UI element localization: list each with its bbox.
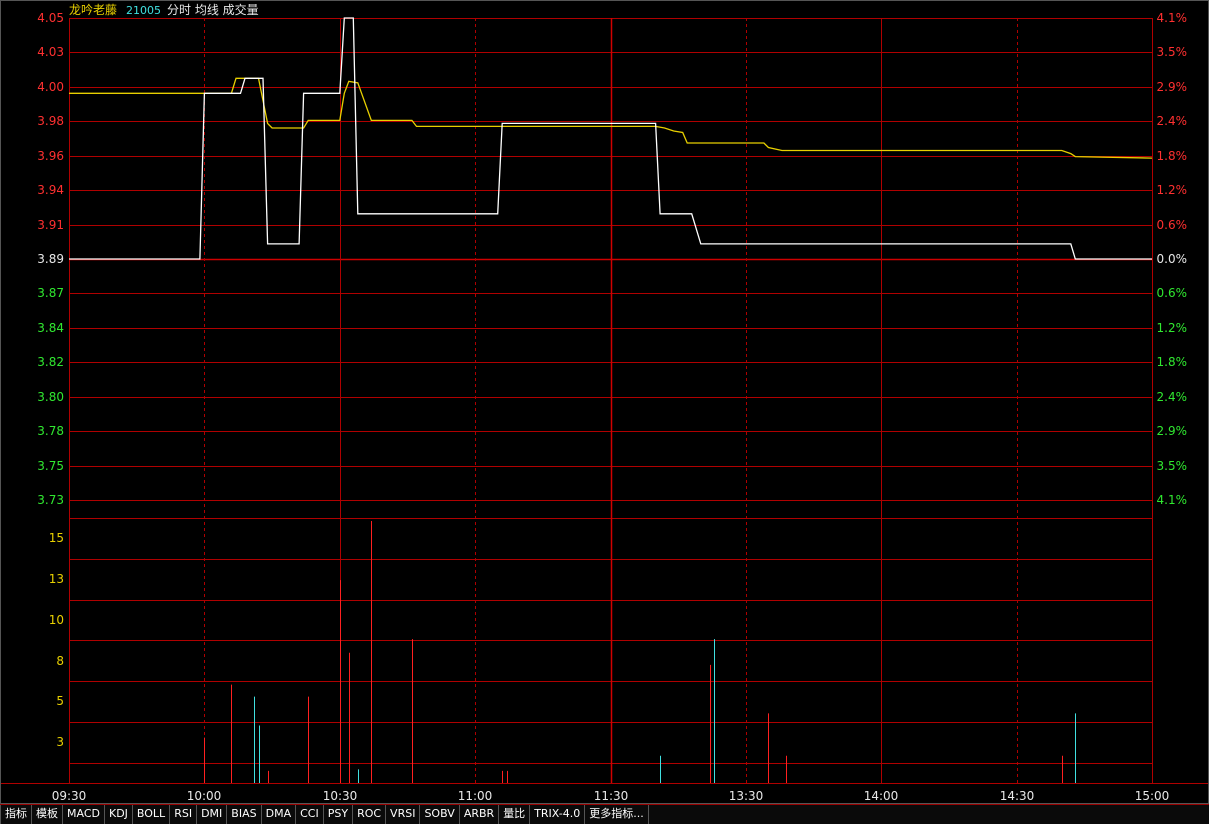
volume-tick-label: 13	[49, 572, 64, 586]
volume-tick-label: 15	[49, 531, 64, 545]
price-tick-label: 3.94	[37, 183, 64, 197]
price-line	[69, 17, 1152, 260]
indicator-tab[interactable]: 模板	[32, 805, 63, 824]
pct-tick-label: 1.8%	[1157, 149, 1188, 163]
price-tick-label: 3.73	[37, 493, 64, 507]
price-tick-label: 3.80	[37, 390, 64, 404]
indicator-tab[interactable]: 量比	[499, 805, 531, 824]
price-tick-label: 3.75	[37, 459, 64, 473]
time-tick-label: 11:30	[594, 789, 629, 803]
indicator-tab[interactable]: MACD	[63, 805, 105, 824]
price-lines	[69, 17, 1153, 260]
volume-tick-label: 10	[49, 613, 64, 627]
price-tick-label: 3.91	[37, 218, 64, 232]
indicator-tab[interactable]: BOLL	[133, 805, 171, 824]
time-tick-label: 09:30	[52, 789, 87, 803]
average-price-line	[69, 77, 1153, 159]
indicator-tab[interactable]: VRSI	[386, 805, 421, 824]
pct-tick-label: 1.2%	[1157, 183, 1188, 197]
indicator-tab[interactable]: TRIX-4.0	[530, 805, 586, 824]
price-tick-label: 3.96	[37, 149, 64, 163]
pct-tick-label: 2.9%	[1157, 424, 1188, 438]
indicator-tab[interactable]: DMA	[262, 805, 297, 824]
pct-tick-label: 2.4%	[1157, 390, 1188, 404]
chart-legend: 分时 均线 成交量	[167, 2, 259, 17]
price-tick-label: 3.84	[37, 321, 64, 335]
price-tick-label: 4.05	[37, 11, 64, 25]
pct-tick-label: 0.0%	[1157, 252, 1188, 266]
intraday-chart[interactable]: 4.05 4.1% 4.03 3.5% 4.00 2.9% 3.98 2.4% 3.96 1.8%…	[0, 0, 1209, 804]
pct-tick-label: 4.1%	[1157, 493, 1188, 507]
pct-tick-label: 2.4%	[1157, 114, 1188, 128]
indicator-tab[interactable]: BIAS	[227, 805, 262, 824]
price-tick-label: 4.00	[37, 80, 64, 94]
price-tick-label: 3.98	[37, 114, 64, 128]
indicator-tab[interactable]: DMI	[197, 805, 228, 824]
price-tick-label: 3.87	[37, 286, 64, 300]
price-tick-label: 3.82	[37, 355, 64, 369]
time-tick-label: 10:30	[323, 789, 358, 803]
chart-frame	[0, 0, 1209, 804]
time-tick-label: 13:30	[729, 789, 764, 803]
indicator-tab[interactable]: CCI	[296, 805, 324, 824]
time-tick-label: 14:00	[864, 789, 899, 803]
volume-tick-label: 5	[56, 694, 64, 708]
pct-tick-label: 4.1%	[1157, 11, 1188, 25]
indicator-tab[interactable]: ROC	[353, 805, 387, 824]
volume-tick-label: 8	[56, 654, 64, 668]
pct-tick-label: 0.6%	[1157, 218, 1188, 232]
price-tick-label: 3.78	[37, 424, 64, 438]
indicator-tab[interactable]: 指标	[0, 805, 32, 824]
indicator-tab-bar: 指标 模板 MACD KDJ BOLL RSI DMI BIAS DMA CCI PSY ROC VRS…	[0, 804, 1209, 824]
indicator-tab[interactable]: 更多指标...	[585, 805, 649, 824]
volume-bars	[204, 521, 1076, 783]
pct-tick-label: 2.9%	[1157, 80, 1188, 94]
volume-tick-label: 3	[56, 735, 64, 749]
price-tick-label: 4.03	[37, 45, 64, 59]
indicator-tab[interactable]: PSY	[324, 805, 354, 824]
pct-tick-label: 1.8%	[1157, 355, 1188, 369]
pct-tick-label: 1.2%	[1157, 321, 1188, 335]
indicator-tab[interactable]: RSI	[170, 805, 198, 824]
time-tick-label: 11:00	[458, 789, 493, 803]
time-tick-label: 10:00	[187, 789, 222, 803]
indicator-tab[interactable]: SOBV	[420, 805, 460, 824]
stock-code: 21005	[126, 4, 161, 17]
pct-tick-label: 3.5%	[1157, 459, 1188, 473]
pct-tick-label: 0.6%	[1157, 286, 1188, 300]
stock-name: 龙吟老藤	[69, 2, 117, 17]
indicator-tab[interactable]: ARBR	[460, 805, 500, 824]
indicator-tab[interactable]: KDJ	[105, 805, 133, 824]
time-tick-label: 15:00	[1135, 789, 1170, 803]
pct-tick-label: 3.5%	[1157, 45, 1188, 59]
time-tick-label: 14:30	[1000, 789, 1035, 803]
chart-grid	[0, 0, 1209, 804]
price-tick-label: 3.89	[37, 252, 64, 266]
